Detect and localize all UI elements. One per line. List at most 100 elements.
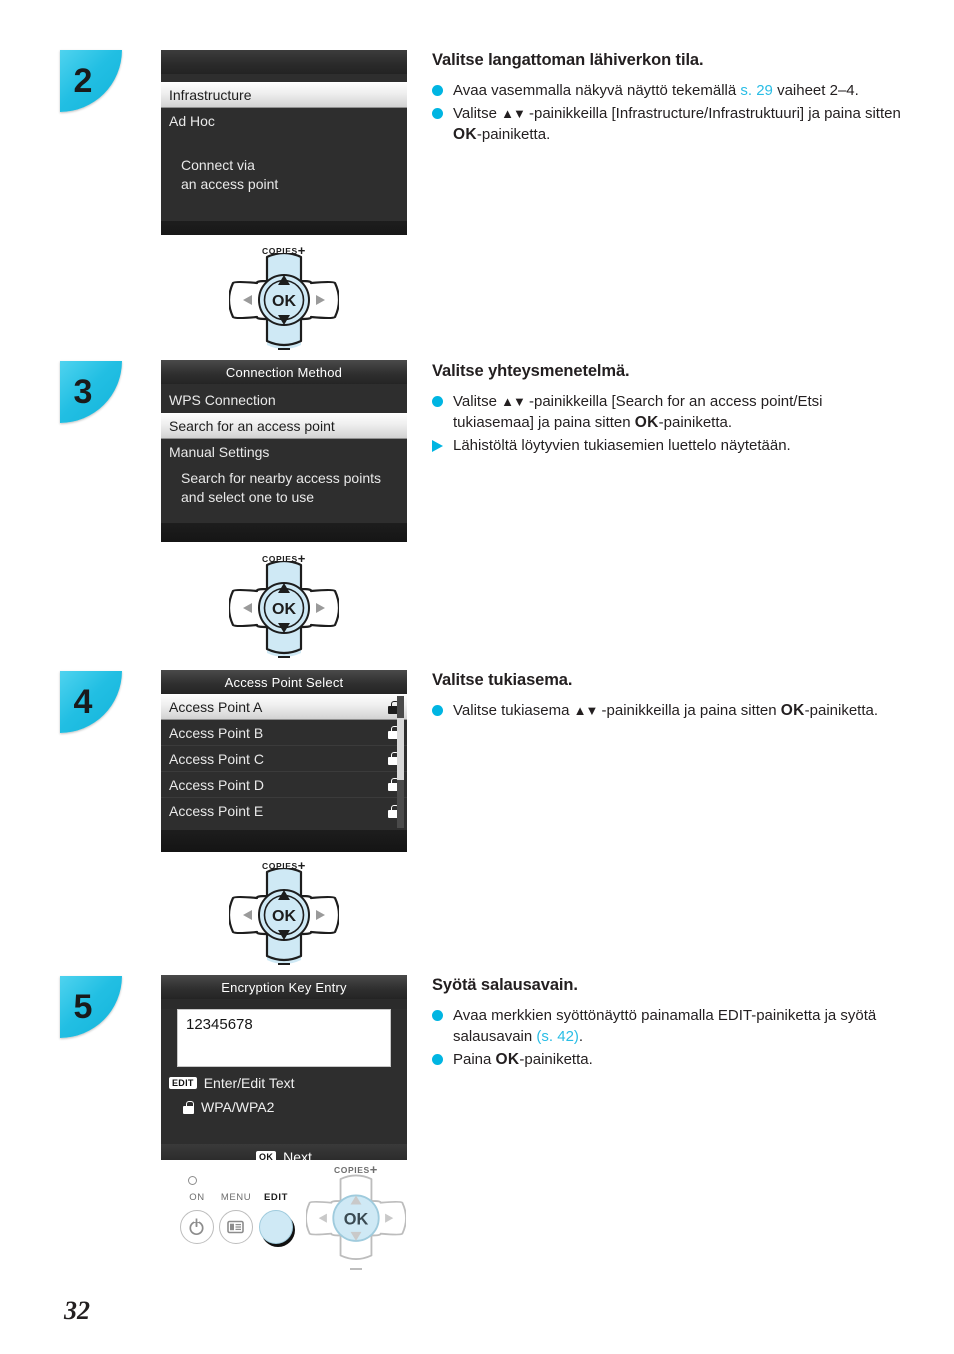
instruction-text: Avaa vasemmalla näkyvä näyttö tekemällä … — [453, 80, 859, 101]
lcd-top-bar — [161, 50, 407, 74]
instruction-item: Paina OK-painiketta. — [432, 1049, 902, 1070]
lcd-row-label: WPS Connection — [169, 392, 276, 408]
access-point-row[interactable]: Access Point D — [161, 772, 407, 798]
edit-button-label: EDIT — [263, 1192, 289, 1203]
lcd-description: Search for nearby access points and sele… — [161, 465, 407, 507]
nav-pad-graphic: OK — [229, 253, 339, 349]
edit-hint-label: Enter/Edit Text — [203, 1075, 295, 1091]
access-point-row[interactable]: Access Point C — [161, 746, 407, 772]
text-part: -painiketta. — [658, 414, 733, 431]
instruction-text: Valitse ▲▼ -painikkeilla [Infrastructure… — [453, 103, 902, 145]
nav-pad[interactable]: COPIES+ OK — [229, 858, 339, 966]
lcd-row-manual-settings[interactable]: Manual Settings — [161, 439, 407, 465]
nav-pad[interactable]: COPIES+ OK — [229, 551, 339, 659]
step-4-heading: Valitse tukiasema. — [432, 671, 573, 689]
step-5-heading: Syötä salausavain. — [432, 976, 578, 994]
page-ref-link[interactable]: (s. 42) — [536, 1028, 579, 1045]
access-point-label: Access Point E — [169, 803, 264, 819]
access-point-row[interactable]: Access Point B — [161, 720, 407, 746]
instruction-item: Avaa merkkien syöttönäyttö painamalla ED… — [432, 1005, 902, 1047]
instruction-item: Avaa vasemmalla näkyvä näyttö tekemällä … — [432, 80, 902, 101]
menu-button[interactable] — [219, 1210, 253, 1244]
text-part: -painikkeilla ja paina sitten — [597, 702, 781, 719]
text-part: Valitse — [453, 393, 502, 410]
instruction-item: Valitse ▲▼ -painikkeilla [Search for an … — [432, 391, 902, 433]
text-part: Valitse — [453, 105, 502, 122]
minus-icon — [278, 347, 290, 350]
nav-pad[interactable]: COPIES+ OK — [229, 243, 339, 351]
lcd-description-line: Search for nearby access points — [181, 470, 381, 486]
lcd-row-wps-connection[interactable]: WPS Connection — [161, 387, 407, 413]
lcd-body: Infrastructure Ad Hoc Connect via an acc… — [161, 74, 407, 221]
instruction-text: Valitse tukiasema ▲▼ -painikkeilla ja pa… — [453, 700, 878, 721]
text-part: Valitse tukiasema — [453, 702, 574, 719]
access-point-row[interactable]: Access Point E — [161, 798, 407, 824]
lcd-description: Connect via an access point — [161, 134, 407, 194]
step-3-instructions: Valitse ▲▼ -painikkeilla [Search for an … — [432, 391, 902, 458]
text-part: Avaa merkkien syöttönäyttö painamalla ED… — [453, 1007, 877, 1045]
lcd-title: Access Point Select — [161, 670, 407, 694]
access-point-label: Access Point D — [169, 776, 264, 793]
lcd-footer-next[interactable]: OK Next — [161, 1144, 407, 1160]
text-part: -painiketta. — [804, 702, 879, 719]
step-4-instructions: Valitse tukiasema ▲▼ -painikkeilla ja pa… — [432, 700, 902, 723]
step-badge-4: 4 — [60, 671, 122, 733]
lcd-screen-wlan-mode: Infrastructure Ad Hoc Connect via an acc… — [161, 50, 407, 235]
updown-arrows-icon: ▲▼ — [501, 106, 526, 121]
encryption-key-value: 12345678 — [186, 1016, 253, 1033]
text-part: -painikkeilla [Infrastructure/Infrastruk… — [524, 105, 901, 122]
step-badge-2-number: 2 — [73, 61, 93, 100]
on-button[interactable] — [180, 1210, 214, 1244]
step-badge-4-number: 4 — [73, 682, 93, 721]
lcd-body: WPS Connection Search for an access poin… — [161, 384, 407, 523]
instruction-text: Paina OK-painiketta. — [453, 1049, 593, 1070]
footer-label: Next — [283, 1149, 312, 1160]
instruction-text: Valitse ▲▼ -painikkeilla [Search for an … — [453, 391, 902, 433]
bullet-dot-icon — [432, 396, 443, 407]
minus-icon — [278, 962, 290, 965]
lcd-row-infrastructure[interactable]: Infrastructure — [161, 82, 407, 108]
lcd-screen-encryption-key-entry: Encryption Key Entry 12345678 EDIT Enter… — [161, 975, 407, 1160]
minus-icon — [278, 655, 290, 658]
lcd-row-ad-hoc[interactable]: Ad Hoc — [161, 108, 407, 134]
step-2-instructions: Avaa vasemmalla näkyvä näyttö tekemällä … — [432, 80, 902, 147]
instruction-item: Valitse tukiasema ▲▼ -painikkeilla ja pa… — [432, 700, 902, 721]
access-point-row[interactable]: Access Point A — [161, 694, 407, 720]
page-ref-link[interactable]: s. 29 — [740, 82, 773, 99]
text-part: . — [578, 1028, 584, 1045]
lcd-bottom-bar — [161, 221, 407, 235]
text-part: -painiketta. — [476, 126, 551, 143]
encryption-key-input[interactable]: 12345678 — [177, 1009, 391, 1067]
access-point-label: Access Point B — [169, 724, 264, 741]
ok-button-label: OK — [780, 702, 805, 719]
lcd-description-line: Connect via — [181, 157, 255, 173]
text-part: vaiheet 2–4. — [772, 82, 859, 99]
instruction-item: Lähistöltä löytyvien tukiasemien luettel… — [432, 435, 902, 456]
lcd-row-search-access-point[interactable]: Search for an access point — [161, 413, 407, 439]
access-point-label: Access Point A — [169, 699, 263, 715]
edit-button[interactable] — [259, 1210, 293, 1244]
text-part: Paina — [453, 1051, 496, 1068]
instruction-item: Valitse ▲▼ -painikkeilla [Infrastructure… — [432, 103, 902, 145]
bullet-dot-icon — [432, 1054, 443, 1065]
lcd-body: 12345678 EDIT Enter/Edit Text WPA/WPA2 — [161, 1009, 407, 1144]
text-part: -painiketta. — [519, 1051, 593, 1068]
step-5-instructions: Avaa merkkien syöttönäyttö painamalla ED… — [432, 1005, 902, 1072]
step-badge-2: 2 — [60, 50, 122, 112]
scrollbar[interactable] — [397, 696, 404, 828]
lock-icon — [183, 1100, 194, 1114]
power-led-icon — [188, 1176, 197, 1185]
nav-pad-graphic: OK — [229, 561, 339, 657]
ok-key-icon: OK — [256, 1151, 277, 1160]
lcd-bottom-bar — [161, 830, 407, 852]
nav-pad-graphic: OK — [229, 868, 339, 964]
ok-button-label: OK — [634, 414, 659, 431]
lcd-screen-access-point-select: Access Point Select Access Point A Acces… — [161, 670, 407, 852]
control-panel: ON MENU EDIT COPIES+ OK — [166, 1162, 406, 1288]
bullet-dot-icon — [432, 108, 443, 119]
security-type-label: WPA/WPA2 — [201, 1099, 275, 1115]
nav-pad[interactable]: COPIES+ OK — [306, 1162, 406, 1272]
nav-pad-graphic: OK — [306, 1174, 406, 1263]
step-badge-3-number: 3 — [73, 372, 93, 411]
scrollbar-thumb[interactable] — [397, 718, 404, 780]
